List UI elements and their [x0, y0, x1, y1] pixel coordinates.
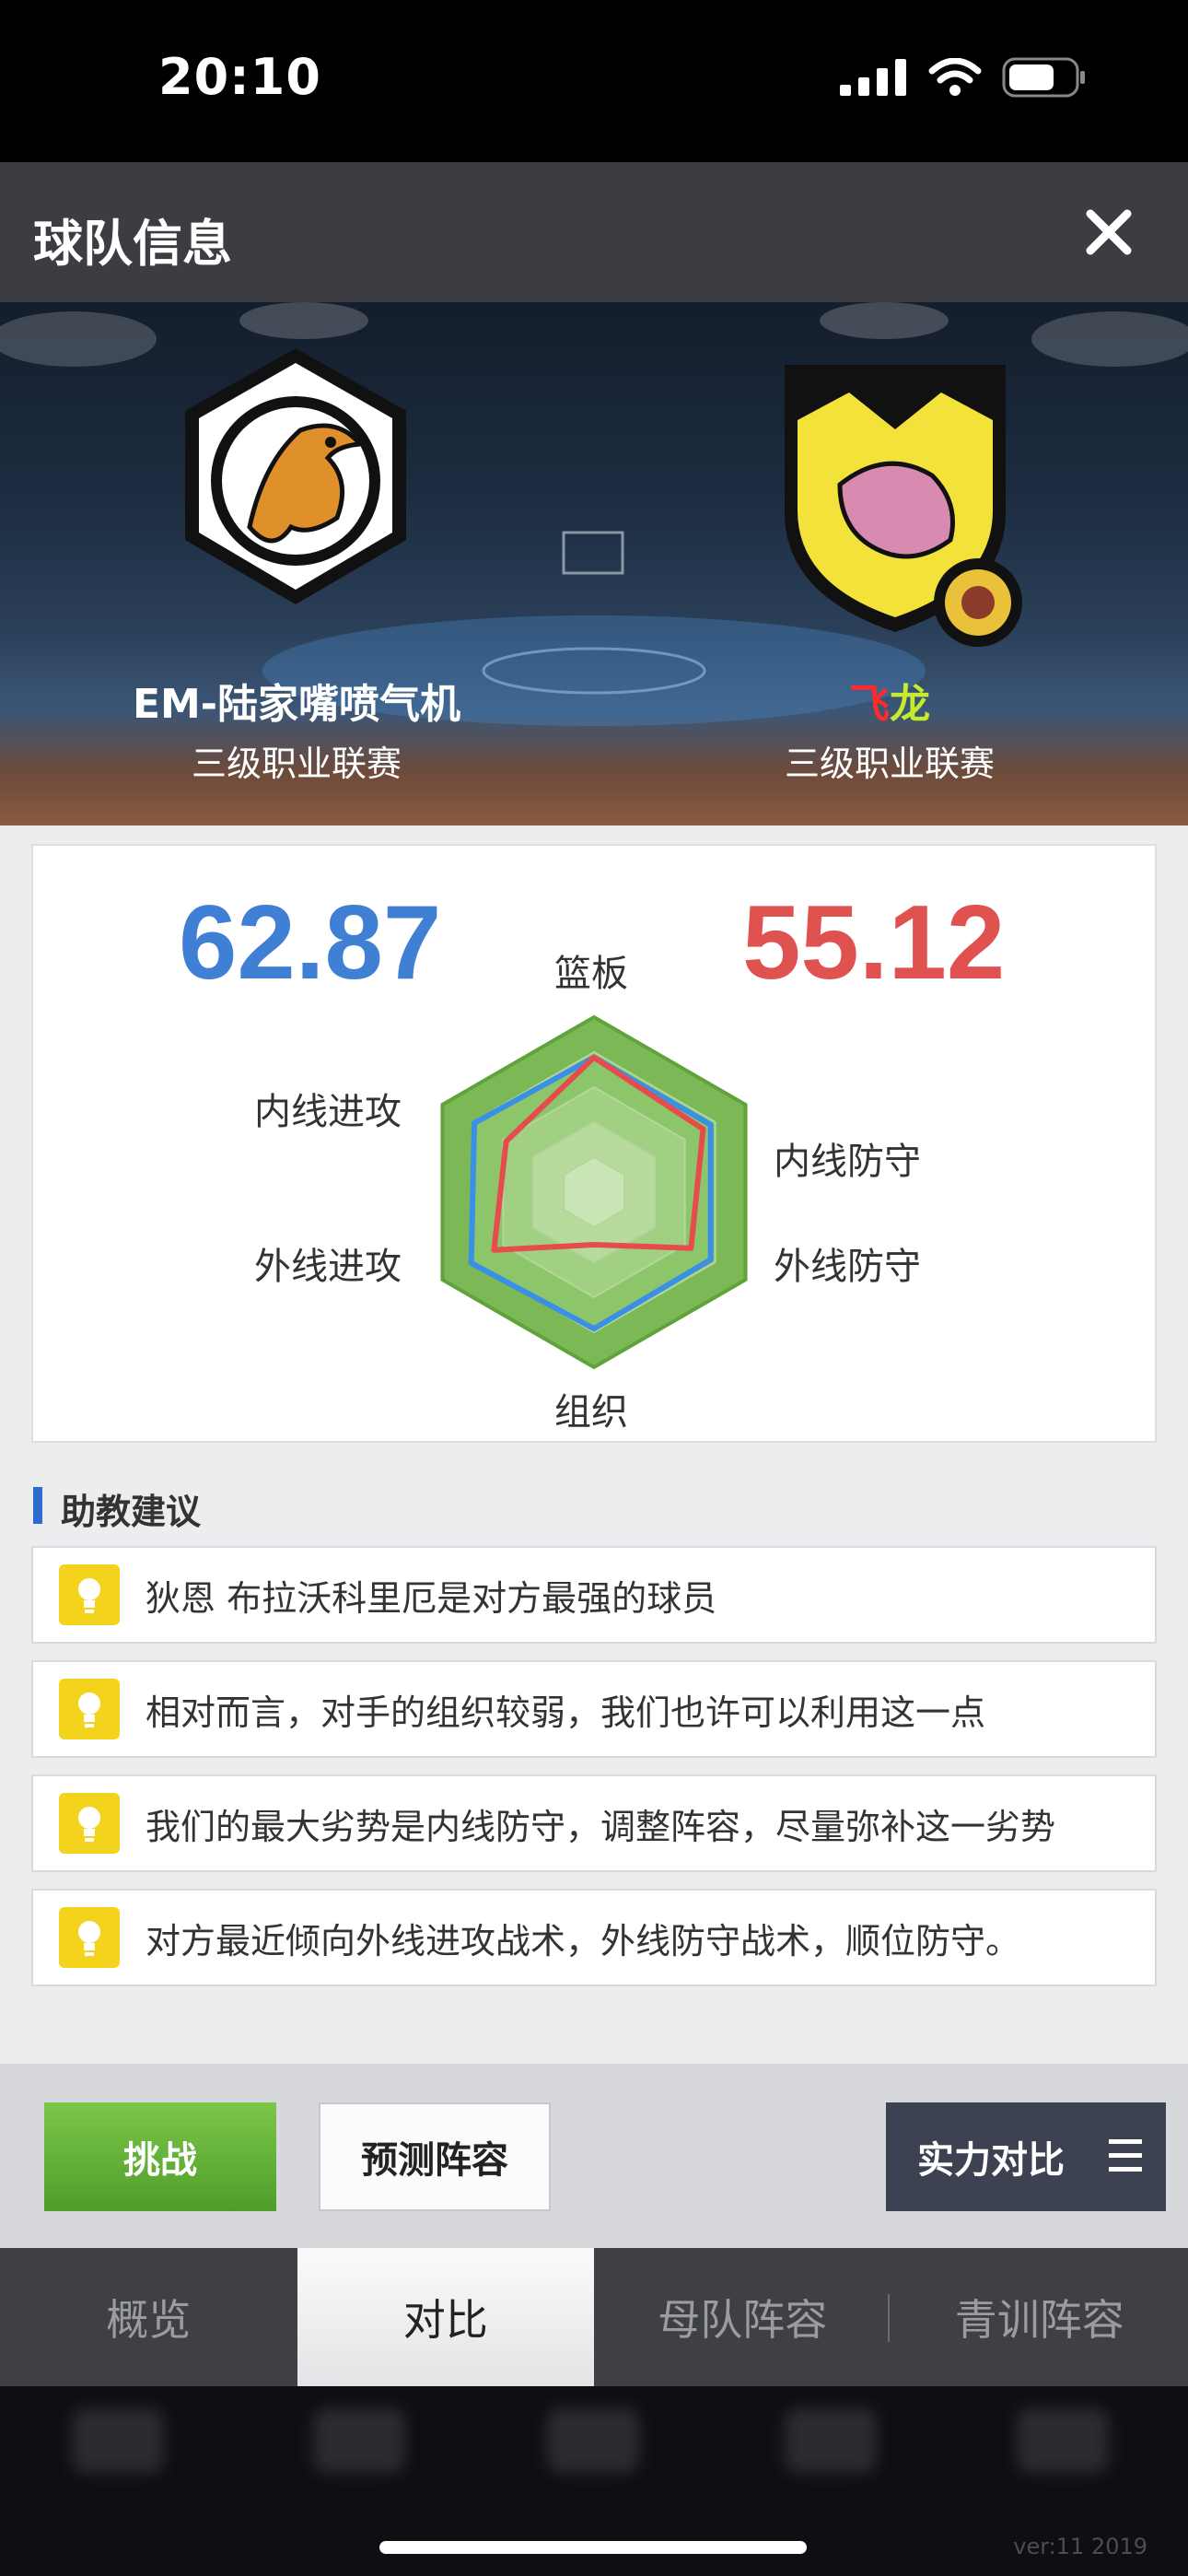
blurred-nav-icon	[313, 2408, 405, 2473]
status-time: 20:10	[158, 48, 321, 106]
team-banner: EM-陆家嘴喷气机 三级职业联赛 飞龙 三级职业联赛	[0, 302, 1188, 825]
lightbulb-icon	[59, 1793, 120, 1854]
advice-text: 狄恩 布拉沃科里厄是对方最强的球员	[146, 1577, 717, 1619]
home-team-logo[interactable]	[162, 343, 429, 610]
battery-icon	[1002, 57, 1085, 98]
tab-main-roster[interactable]: 母队阵容	[594, 2248, 891, 2386]
tab-divider	[888, 2294, 890, 2342]
blurred-nav-icon	[785, 2408, 877, 2473]
away-team-name: 飞龙	[650, 671, 1129, 730]
advice-text: 我们的最大劣势是内线防守，调整阵容，尽量弥补这一劣势	[146, 1806, 1056, 1847]
advice-item: 我们的最大劣势是内线防守，调整阵容，尽量弥补这一劣势	[31, 1774, 1157, 1872]
blurred-nav-icon	[547, 2408, 639, 2473]
tab-bar: 概览 对比 母队阵容 青训阵容	[0, 2248, 1188, 2386]
tab-overview[interactable]: 概览	[0, 2248, 297, 2386]
home-team-name: EM-陆家嘴喷气机	[132, 681, 461, 728]
away-team-logo[interactable]	[775, 356, 1033, 660]
advice-section-title: 助教建议	[33, 1483, 201, 1534]
strength-compare-label: 实力对比	[917, 2139, 1065, 2182]
action-bar: 挑战 预测阵容 实力对比	[0, 2064, 1188, 2248]
lightbulb-icon	[59, 1564, 120, 1625]
away-team-score: 55.12	[742, 884, 1006, 1001]
away-team-name-part2: 龙	[890, 681, 930, 728]
radar-chart	[440, 1014, 748, 1370]
strength-compare-button[interactable]: 实力对比	[886, 2102, 1166, 2211]
wifi-icon	[928, 58, 982, 96]
advice-item: 相对而言，对手的组织较弱，我们也许可以利用这一点	[31, 1660, 1157, 1758]
tab-youth-roster[interactable]: 青训阵容	[891, 2248, 1188, 2386]
advice-item: 对方最近倾向外线进攻战术，外线防守战术，顺位防守。	[31, 1889, 1157, 1986]
page-title: 球队信息	[33, 215, 232, 273]
advice-text: 对方最近倾向外线进攻战术，外线防守战术，顺位防守。	[146, 1920, 1021, 1961]
tab-compare[interactable]: 对比	[297, 2248, 594, 2386]
signal-icon	[840, 59, 906, 96]
lightbulb-icon	[59, 1679, 120, 1739]
advice-item: 狄恩 布拉沃科里厄是对方最强的球员	[31, 1546, 1157, 1644]
radar-label-playmaking: 组织	[554, 1391, 628, 1434]
radar-label-rebound: 篮板	[554, 953, 628, 995]
radar-label-perimeter-defense: 外线防守	[774, 1246, 921, 1288]
radar-label-perimeter-offense: 外线进攻	[254, 1246, 402, 1288]
comparison-card: 62.87 55.12 篮板 内线防守 外线防守 组织 外线进攻 内线进攻	[31, 844, 1157, 1443]
header-bar: 球队信息	[0, 162, 1188, 302]
close-icon[interactable]	[1072, 195, 1146, 269]
challenge-button[interactable]: 挑战	[44, 2102, 276, 2211]
away-team-name-part1: 飞	[849, 681, 890, 728]
home-team-score: 62.87	[179, 884, 442, 1001]
radar-label-inside-offense: 内线进攻	[254, 1091, 402, 1133]
home-indicator[interactable]	[379, 2541, 807, 2554]
away-team-league: 三级职业联赛	[784, 744, 995, 784]
version-label: ver:11 2019	[1013, 2534, 1147, 2559]
radar-label-inside-defense: 内线防守	[774, 1141, 921, 1183]
advice-text: 相对而言，对手的组织较弱，我们也许可以利用这一点	[146, 1692, 986, 1733]
menu-icon	[1109, 2139, 1142, 2181]
bottom-nav-blurred: ver:11 2019	[0, 2386, 1188, 2576]
predict-lineup-button[interactable]: 预测阵容	[319, 2102, 551, 2211]
home-team-league: 三级职业联赛	[191, 744, 402, 784]
lightbulb-icon	[59, 1907, 120, 1968]
blurred-nav-icon	[72, 2408, 164, 2473]
status-bar: 20:10	[0, 0, 1188, 162]
blurred-nav-icon	[1017, 2408, 1109, 2473]
